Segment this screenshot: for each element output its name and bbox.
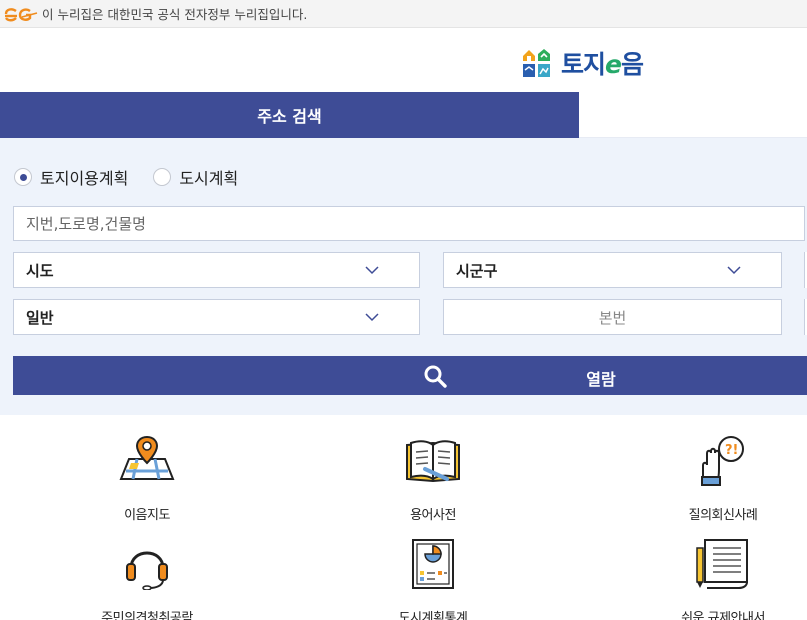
quick-item-urban-stats[interactable]: 도시계획통계 — [368, 538, 498, 620]
radio-land-use-plan-label: 토지이용계획 — [40, 169, 129, 188]
brand-name-e: e — [605, 50, 622, 79]
chevron-down-icon — [365, 266, 379, 275]
headset-icon — [126, 551, 168, 590]
brand-name: 토지e음 — [561, 45, 644, 81]
egov-logo-icon — [4, 7, 38, 21]
quick-item-label: 쉬운 규제안내서 — [681, 611, 765, 620]
chevron-down-icon — [365, 313, 379, 322]
sigungu-select-value: 시군구 — [456, 261, 498, 280]
quick-item-eum-map[interactable]: 이음지도 — [82, 435, 212, 523]
search-panel: 토지이용계획 도시계획 시도 시군구 일반 본번 열람 — [0, 138, 807, 415]
sido-select[interactable]: 시도 — [13, 252, 420, 288]
lot-type-select[interactable]: 일반 — [13, 299, 420, 335]
gov-banner-text: 이 누리집은 대한민국 공식 전자정부 누리집입니다. — [42, 7, 308, 22]
quick-item-label: 이음지도 — [124, 508, 170, 523]
view-button-label: 열람 — [586, 370, 616, 389]
address-search-input[interactable] — [13, 206, 805, 241]
quick-item-label: 질의회신사례 — [688, 508, 758, 523]
quick-item-label: 도시계획통계 — [398, 611, 468, 620]
gov-banner: 이 누리집은 대한민국 공식 전자정부 누리집입니다. — [0, 0, 807, 28]
quick-item-regulation-guide[interactable]: 쉬운 규제안내서 — [658, 538, 788, 620]
main-lot-number-input[interactable]: 본번 — [443, 299, 782, 335]
open-book-icon — [406, 440, 460, 483]
brand-name-prefix: 토지 — [561, 50, 606, 79]
quick-item-label: 주민의견청취공람 — [101, 611, 193, 620]
quick-menu: 이음지도 용어사전 ?! 질의회신사례 주민의견청취공람 도시계획통계 쉬운 규… — [0, 415, 807, 620]
tab-secondary[interactable] — [579, 92, 807, 138]
quick-item-label: 용어사전 — [410, 508, 456, 523]
main-lot-number-placeholder: 본번 — [598, 308, 627, 327]
chevron-down-icon — [727, 266, 741, 275]
question-hand-icon: ?! — [701, 436, 744, 486]
search-tabs: 주소 검색 — [0, 92, 807, 138]
view-button[interactable]: 열람 — [13, 356, 807, 395]
brand-logo[interactable]: 토지e음 — [522, 45, 644, 81]
sigungu-select[interactable]: 시군구 — [443, 252, 782, 288]
quick-item-qa-cases[interactable]: ?! 질의회신사례 — [658, 435, 788, 523]
map-pin-icon — [119, 435, 175, 480]
radio-urban-plan-label: 도시계획 — [179, 169, 239, 188]
house-grid-logo-icon — [523, 49, 550, 77]
radio-checked-icon[interactable] — [14, 168, 32, 186]
radio-urban-plan[interactable]: 도시계획 — [153, 165, 238, 189]
radio-land-use-plan[interactable]: 토지이용계획 — [14, 165, 128, 189]
plan-type-radio-group: 토지이용계획 도시계획 — [14, 165, 263, 189]
quick-item-glossary[interactable]: 용어사전 — [368, 435, 498, 523]
site-header: 토지e음 — [0, 28, 807, 92]
tab-address-search[interactable]: 주소 검색 — [0, 92, 579, 138]
radio-unchecked-icon[interactable] — [153, 168, 172, 186]
lot-type-select-value: 일반 — [26, 308, 54, 327]
quick-item-public-hearing[interactable]: 주민의견청취공람 — [82, 538, 212, 620]
sido-select-value: 시도 — [26, 261, 54, 280]
scroll-document-icon — [696, 539, 748, 589]
search-icon — [424, 365, 447, 388]
chart-board-icon — [412, 539, 454, 589]
brand-name-suffix: 음 — [620, 50, 644, 79]
svg-text:?!: ?! — [725, 443, 738, 458]
